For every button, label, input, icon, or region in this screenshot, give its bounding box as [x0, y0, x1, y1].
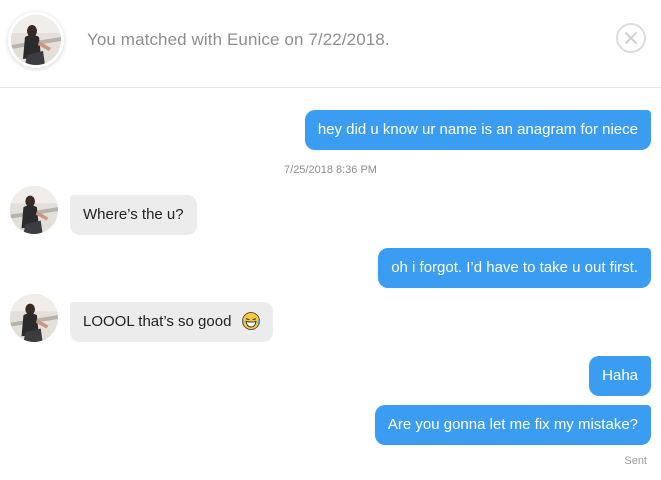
- message-timestamp: 7/25/2018 8:36 PM: [284, 164, 377, 176]
- message-text: oh i forgot. I’d have to take u out firs…: [391, 259, 638, 276]
- laughing-emoji-icon: [241, 312, 260, 330]
- sender-avatar[interactable]: [10, 294, 58, 342]
- profile-photo: [10, 294, 58, 342]
- message-text: Haha: [602, 367, 638, 384]
- match-info-text: You matched with Eunice on 7/22/2018.: [87, 30, 390, 49]
- message-text: LOOOL that’s so good: [83, 313, 232, 330]
- received-message-bubble[interactable]: Where’s the u?: [70, 195, 197, 235]
- profile-photo: [10, 186, 58, 234]
- match-avatar[interactable]: [11, 15, 61, 65]
- close-icon[interactable]: [616, 23, 646, 53]
- received-message-bubble[interactable]: LOOOL that’s so good: [70, 302, 273, 342]
- match-header: You matched with Eunice on 7/22/2018.: [0, 0, 661, 88]
- message-text: hey did u know ur name is an anagram for…: [317, 121, 638, 138]
- sent-message-bubble[interactable]: oh i forgot. I’d have to take u out firs…: [378, 248, 651, 288]
- sent-message-bubble[interactable]: Haha: [589, 356, 651, 396]
- delivery-status: Sent: [624, 455, 647, 467]
- message-text: Are you gonna let me fix my mistake?: [387, 416, 638, 433]
- sender-avatar[interactable]: [10, 186, 58, 234]
- sent-message-bubble[interactable]: hey did u know ur name is an anagram for…: [304, 110, 651, 150]
- sent-message-bubble[interactable]: Are you gonna let me fix my mistake?: [374, 405, 651, 445]
- message-text: Where’s the u?: [83, 206, 184, 223]
- profile-photo: [11, 15, 61, 65]
